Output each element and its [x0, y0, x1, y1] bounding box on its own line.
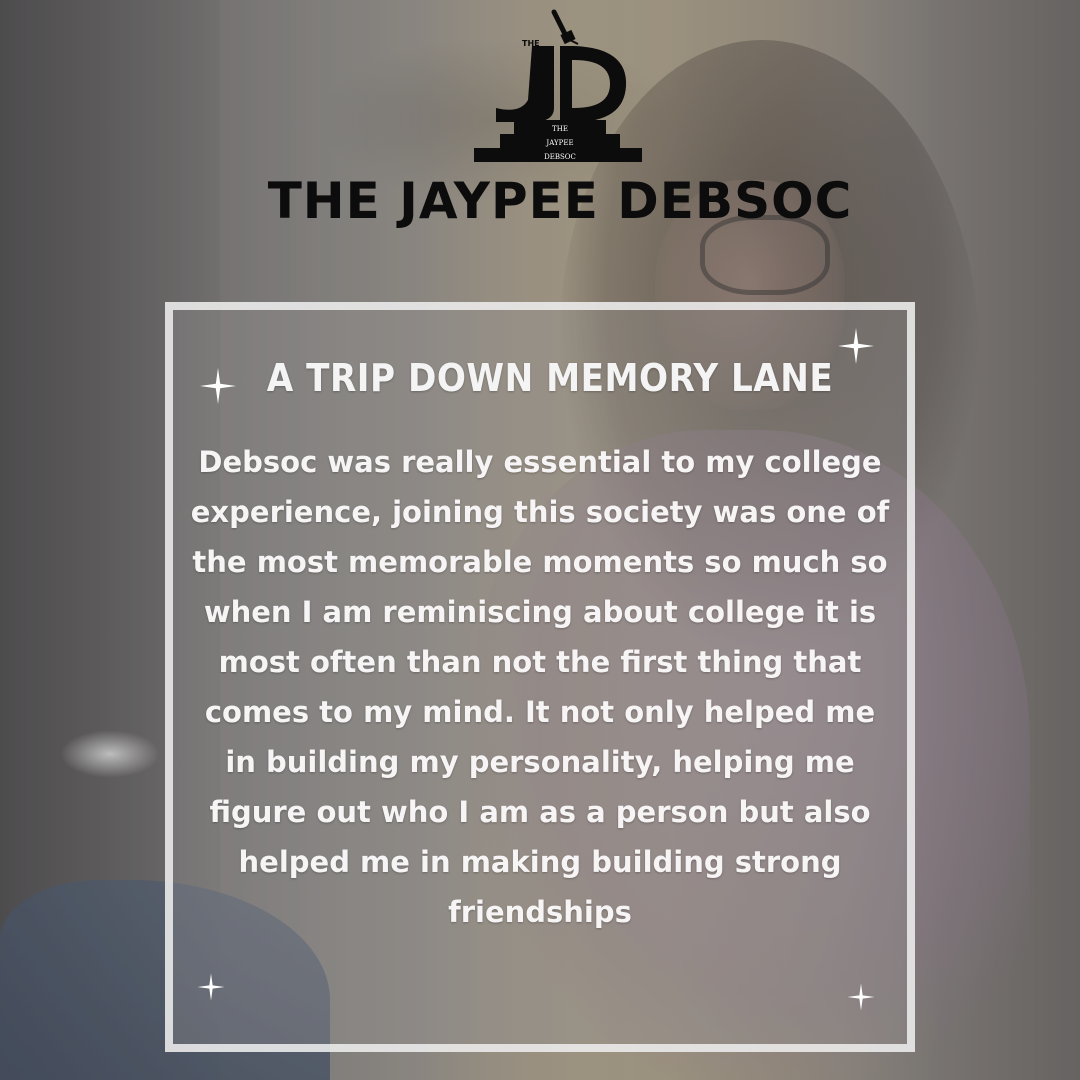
logo-step-debsoc: DEBSOC [544, 153, 576, 161]
microphone-icon [551, 9, 579, 45]
sparkle-icon [197, 973, 225, 1001]
sparkle-icon [200, 368, 236, 404]
sparkle-icon [838, 328, 874, 364]
card-title: A TRIP DOWN MEMORY LANE [266, 356, 834, 400]
card-body-text: Debsoc was really essential to my colleg… [190, 445, 890, 929]
logo-step-jaypee: JAYPEE [545, 139, 573, 147]
post-canvas: THE JD THE JAYPEE DEBSOC THE JAYPEE DEBS… [0, 0, 1080, 1080]
debsoc-logo: THE JD THE JAYPEE DEBSOC [474, 9, 642, 162]
sparkle-icon [847, 983, 875, 1011]
logo-step-the: THE [552, 125, 568, 133]
page-title: THE JAYPEE DEBSOC [267, 172, 853, 230]
